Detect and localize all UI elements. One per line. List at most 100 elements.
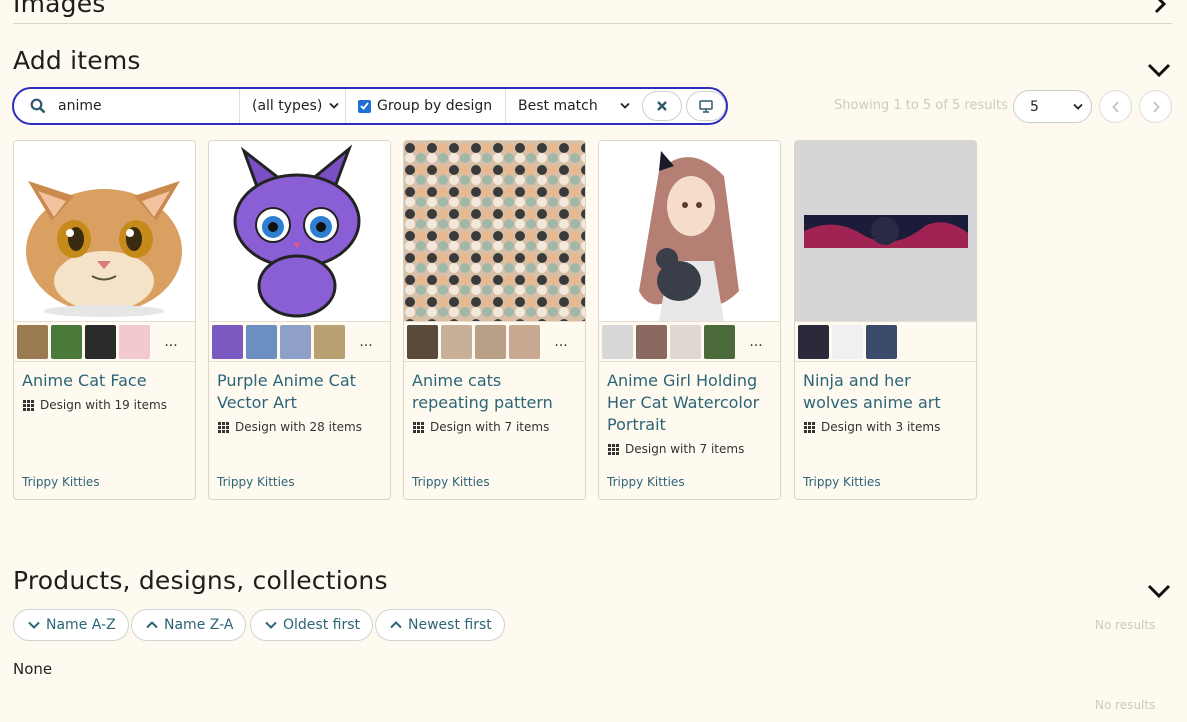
product-thumbnail[interactable] [246,324,277,359]
more-products-button[interactable]: ... [354,334,378,350]
search-input[interactable] [58,98,218,114]
clear-search-button[interactable] [642,91,682,121]
product-thumbnail[interactable] [85,324,116,359]
design-title[interactable]: Anime cats repeating pattern [404,362,585,414]
more-products-button[interactable]: ... [549,334,573,350]
product-thumbnail[interactable] [866,324,897,359]
chevron-right-icon[interactable] [1146,0,1172,18]
design-item-count: Design with 3 items [795,414,976,434]
design-item-count-label: Design with 19 items [40,398,167,412]
chevron-right-icon [1152,100,1160,113]
design-card[interactable]: ... Anime Cat Face Design with 19 items … [13,140,196,500]
display-options-button[interactable] [686,91,726,121]
images-section-header[interactable]: Images [13,0,1172,24]
type-select-value: (all types) [252,98,323,114]
product-thumbnail[interactable] [509,324,540,359]
products-section-title: Products, designs, collections [13,566,388,595]
shop-link[interactable]: Trippy Kitties [803,475,881,489]
grid-icon [218,421,229,433]
more-products-button[interactable]: ... [159,334,183,350]
shop-link[interactable]: Trippy Kitties [217,475,295,489]
chevron-down-icon[interactable] [1146,581,1172,603]
product-thumbnail[interactable] [670,324,701,359]
product-thumbnail[interactable] [475,324,506,359]
products-section-header[interactable]: Products, designs, collections [13,566,1172,602]
chevron-left-icon [1111,100,1119,113]
design-item-count: Design with 7 items [404,414,585,434]
sort-name-desc-button[interactable]: Name Z-A [131,609,247,641]
product-thumbnail[interactable] [51,324,82,359]
design-image[interactable] [404,141,585,322]
chevron-up-icon [390,621,402,629]
shop-link[interactable]: Trippy Kitties [412,475,490,489]
close-icon [657,101,667,111]
chevron-up-icon [146,621,158,629]
product-thumbnail[interactable] [832,324,863,359]
product-thumbnail[interactable] [314,324,345,359]
group-by-design-label: Group by design [377,98,493,114]
images-section-title: Images [13,0,106,18]
next-page-button[interactable] [1139,90,1172,123]
design-card[interactable]: ... Anime Girl Holding Her Cat Watercolo… [598,140,781,500]
design-card[interactable]: ... Purple Anime Cat Vector Art Design w… [208,140,391,500]
product-thumbnail[interactable] [17,324,48,359]
design-card[interactable]: Ninja and her wolves anime art Design wi… [794,140,977,500]
check-icon [360,102,369,110]
product-thumbnail[interactable] [407,324,438,359]
product-thumbnail[interactable] [636,324,667,359]
product-thumbnail[interactable] [119,324,150,359]
design-title[interactable]: Purple Anime Cat Vector Art [209,362,390,414]
sort-oldest-button[interactable]: Oldest first [250,609,373,641]
search-toolbar: (all types) Group by design Best match [12,87,728,125]
shop-link[interactable]: Trippy Kitties [607,475,685,489]
product-thumbnail[interactable] [441,324,472,359]
sort-button-label: Name A-Z [46,617,116,633]
group-by-design-toggle[interactable]: Group by design [346,89,506,123]
more-products-button[interactable]: ... [744,334,768,350]
product-thumbnail[interactable] [280,324,311,359]
search-box[interactable] [14,89,240,123]
sort-name-asc-button[interactable]: Name A-Z [13,609,129,641]
chevron-down-icon[interactable] [1146,60,1172,82]
product-thumbnail[interactable] [602,324,633,359]
grid-icon [608,443,619,455]
design-card[interactable]: ... Anime cats repeating pattern Design … [403,140,586,500]
none-text: None [13,660,53,678]
previous-page-button[interactable] [1099,90,1132,123]
group-by-design-checkbox[interactable] [358,99,371,113]
sort-newest-button[interactable]: Newest first [375,609,505,641]
design-item-count-label: Design with 28 items [235,420,362,434]
product-thumbnails: ... [209,322,390,362]
type-select[interactable]: (all types) [240,89,346,123]
chevron-down-icon [329,102,339,109]
per-page-select[interactable]: 5 [1013,90,1092,123]
no-results-text: No results [1095,618,1156,632]
design-image[interactable] [14,141,195,322]
per-page-value: 5 [1030,98,1039,115]
grid-icon [23,399,34,411]
product-thumbnail[interactable] [212,324,243,359]
no-results-text: No results [1095,698,1156,712]
sort-button-label: Oldest first [283,617,360,633]
chevron-down-icon [265,621,277,629]
add-items-header[interactable]: Add items [13,46,1172,82]
design-image[interactable] [599,141,780,322]
product-thumbnail[interactable] [704,324,735,359]
design-item-count-label: Design with 3 items [821,420,941,434]
search-icon [30,98,46,114]
design-image[interactable] [209,141,390,322]
product-thumbnail[interactable] [798,324,829,359]
design-image[interactable] [795,141,976,322]
sort-select-value: Best match [518,98,598,114]
chevron-down-icon [28,621,40,629]
design-title[interactable]: Ninja and her wolves anime art [795,362,976,414]
sort-select[interactable]: Best match [506,89,638,123]
product-thumbnails: ... [14,322,195,362]
sort-button-label: Name Z-A [164,617,234,633]
add-items-title: Add items [13,46,141,75]
results-count: Showing 1 to 5 of 5 results [834,98,1008,113]
product-thumbnails: ... [599,322,780,362]
shop-link[interactable]: Trippy Kitties [22,475,100,489]
design-title[interactable]: Anime Cat Face [14,362,195,392]
design-title[interactable]: Anime Girl Holding Her Cat Watercolor Po… [599,362,780,436]
